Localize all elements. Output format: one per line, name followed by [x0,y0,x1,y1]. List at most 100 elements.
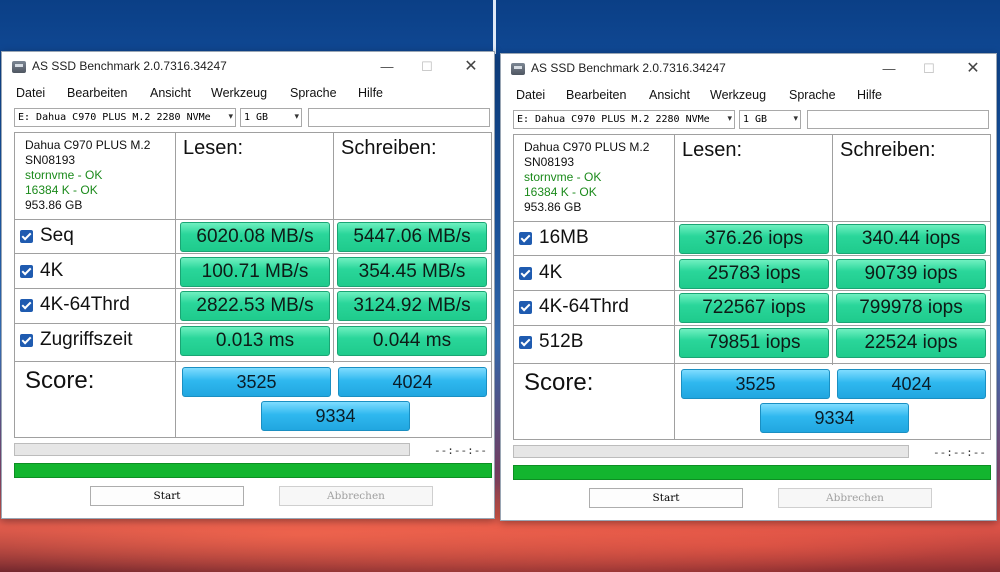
results-grid: Dahua C970 PLUS M.2 SN08193 stornvme - O… [14,132,492,438]
4k-write-value: 354.45 MB/s [337,257,487,287]
16mb-checkbox[interactable] [519,232,532,245]
menu-datei[interactable]: Datei [516,88,545,102]
extra-text-field[interactable] [807,110,989,129]
test-size-value: 1 GB [743,114,768,125]
window-title: AS SSD Benchmark 2.0.7316.34247 [32,59,227,73]
row-label-4k64: 4K-64Thrd [539,296,629,317]
menu-sprache[interactable]: Sprache [789,88,836,102]
chevron-down-icon: ▾ [793,114,798,124]
drive-serial: SN08193 [25,153,76,167]
divider [514,255,990,256]
test-size-select[interactable]: 1 GB ▾ [739,110,801,129]
seq-write-value: 5447.06 MB/s [337,222,487,252]
drive-select[interactable]: E: Dahua C970 PLUS M.2 2280 NVMe ▾ [513,110,735,129]
512b-write-value: 22524 iops [836,328,986,358]
4k-write-value: 90739 iops [836,259,986,289]
512b-checkbox[interactable] [519,336,532,349]
menu-bar: Datei Bearbeiten Ansicht Werkzeug Sprach… [501,86,996,106]
drive-select-value: E: Dahua C970 PLUS M.2 2280 NVMe [517,114,710,125]
drive-capacity: 953.86 GB [524,200,582,214]
test-size-value: 1 GB [244,112,269,123]
16mb-write-value: 340.44 iops [836,224,986,254]
extra-text-field[interactable] [308,108,490,127]
4k64-read-value: 722567 iops [679,293,829,323]
score-total: 9334 [261,401,410,431]
divider [15,288,491,289]
write-header: Schreiben: [840,139,936,161]
read-header: Lesen: [682,139,743,161]
benchmark-window-iops: AS SSD Benchmark 2.0.7316.34247 — ☐ ✕ Da… [500,53,997,521]
app-drive-icon [511,63,525,75]
divider [514,325,990,326]
row-label-4k64: 4K-64Thrd [40,294,130,315]
4k64-checkbox[interactable] [519,301,532,314]
menu-hilfe[interactable]: Hilfe [857,88,882,102]
4k64-checkbox[interactable] [20,299,33,312]
driver-status: stornvme - OK [524,170,602,184]
elapsed-timer: --:--:-- [434,444,487,457]
menu-ansicht[interactable]: Ansicht [150,86,191,100]
title-bar[interactable]: AS SSD Benchmark 2.0.7316.34247 — ☐ ✕ [501,54,996,84]
abort-button[interactable]: Abbrechen [778,488,932,508]
menu-werkzeug[interactable]: Werkzeug [211,86,267,100]
access-time-checkbox[interactable] [20,334,33,347]
app-drive-icon [12,61,26,73]
title-bar[interactable]: AS SSD Benchmark 2.0.7316.34247 — ☐ ✕ [2,52,494,82]
minimize-icon[interactable]: — [370,55,404,79]
read-header: Lesen: [183,137,244,159]
drive-select-value: E: Dahua C970 PLUS M.2 2280 NVMe [18,112,211,123]
score-label: Score: [25,367,95,394]
4k-checkbox[interactable] [20,265,33,278]
4k-checkbox[interactable] [519,267,532,280]
seq-checkbox[interactable] [20,230,33,243]
divider [15,361,491,362]
chevron-down-icon: ▾ [294,112,299,122]
menu-werkzeug[interactable]: Werkzeug [710,88,766,102]
divider [15,219,491,220]
row-label-16mb: 16MB [539,227,589,248]
maximize-icon[interactable]: ☐ [410,55,444,79]
row-label-4k: 4K [539,262,563,283]
progress-bar-current [14,443,410,456]
menu-bar: Datei Bearbeiten Ansicht Werkzeug Sprach… [2,84,494,104]
drive-capacity: 953.86 GB [25,198,83,212]
menu-bearbeiten[interactable]: Bearbeiten [566,88,626,102]
menu-datei[interactable]: Datei [16,86,45,100]
row-label-seq: Seq [40,225,74,246]
drive-info: Dahua C970 PLUS M.2 SN08193 stornvme - O… [524,140,649,215]
512b-read-value: 79851 iops [679,328,829,358]
abort-button[interactable]: Abbrechen [279,486,433,506]
menu-sprache[interactable]: Sprache [290,86,337,100]
16mb-read-value: 376.26 iops [679,224,829,254]
access-read-value: 0.013 ms [180,326,330,356]
divider [674,135,675,439]
4k64-write-value: 799978 iops [836,293,986,323]
progress-bar-total [513,465,991,480]
score-read: 3525 [182,367,331,397]
results-grid: Dahua C970 PLUS M.2 SN08193 stornvme - O… [513,134,991,440]
menu-ansicht[interactable]: Ansicht [649,88,690,102]
start-button[interactable]: Start [589,488,743,508]
chevron-down-icon: ▾ [228,112,233,122]
test-size-select[interactable]: 1 GB ▾ [240,108,302,127]
progress-bar-current [513,445,909,458]
desktop-wallpaper-line [493,0,496,54]
divider [514,221,990,222]
score-label: Score: [524,369,594,396]
score-write: 4024 [338,367,487,397]
close-icon[interactable]: ✕ [454,55,488,79]
close-icon[interactable]: ✕ [956,57,990,81]
menu-hilfe[interactable]: Hilfe [358,86,383,100]
start-button[interactable]: Start [90,486,244,506]
maximize-icon[interactable]: ☐ [912,57,946,81]
row-label-512b: 512B [539,331,584,352]
4k-read-value: 25783 iops [679,259,829,289]
window-title: AS SSD Benchmark 2.0.7316.34247 [531,61,726,75]
write-header: Schreiben: [341,137,437,159]
drive-info: Dahua C970 PLUS M.2 SN08193 stornvme - O… [25,138,150,213]
seq-read-value: 6020.08 MB/s [180,222,330,252]
drive-select[interactable]: E: Dahua C970 PLUS M.2 2280 NVMe ▾ [14,108,236,127]
minimize-icon[interactable]: — [872,57,906,81]
divider [175,133,176,437]
menu-bearbeiten[interactable]: Bearbeiten [67,86,127,100]
